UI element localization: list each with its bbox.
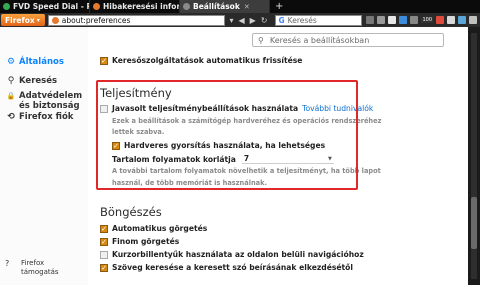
close-tab-icon[interactable]: ✕	[244, 3, 250, 11]
chevron-down-icon: ▼	[328, 155, 332, 162]
firefox-menu-button[interactable]: Firefox ▾	[1, 14, 45, 26]
sidebar-item-general[interactable]: ⚙ Általános	[5, 57, 64, 67]
search-input[interactable]: G Keresés	[274, 14, 363, 26]
tab-title: FVD Speed Dial - Pr	[13, 2, 90, 11]
sidebar-item-label: Adatvédelem és biztonság	[19, 91, 83, 111]
content-process-limit: Tartalom folyamatok korlátja 7 ▼	[112, 154, 334, 164]
content-note-line2: használ, de több memóriát is használnak.	[112, 179, 267, 187]
preferences-main: ⚲ Keresés a beállításokban ✓ Keresőszolg…	[88, 27, 468, 285]
search-icon: ⚲	[258, 35, 264, 45]
tab-preferences[interactable]: Beállítások ✕	[180, 0, 270, 13]
option-label: Hardveres gyorsítás használata, ha lehet…	[124, 141, 326, 150]
checkbox-checked[interactable]: ✓	[100, 224, 108, 233]
tab-debug-info[interactable]: Hibakeresési inform ✕	[90, 0, 180, 13]
content-process-select[interactable]: 7 ▼	[241, 154, 334, 164]
back-icon[interactable]: ◀	[238, 16, 244, 25]
gear-icon	[183, 3, 190, 10]
dropdown-icon[interactable]: ▾	[229, 16, 233, 25]
google-icon: G	[278, 15, 285, 25]
recommended-note-line1: Ezek a beállítások a számítógép hardveré…	[112, 117, 382, 125]
option-label: Szöveg keresése a keresett szó beírásána…	[112, 263, 353, 272]
option-label: Finom görgetés	[112, 237, 180, 246]
caret-browsing-option[interactable]: Kurzorbillentyűk használata az oldalon b…	[100, 250, 364, 259]
nav-controls: ▾ ◀ ▶ ↻	[229, 16, 272, 25]
url-text: about:preferences	[61, 15, 131, 25]
firefox-icon	[51, 16, 59, 24]
auto-update-search-option[interactable]: ✓ Keresőszolgáltatások automatikus friss…	[100, 56, 302, 65]
preferences-search-input[interactable]: ⚲ Keresés a beállításokban	[252, 33, 444, 47]
lock-icon: 🔒	[6, 92, 16, 100]
checkbox-checked[interactable]: ✓	[100, 263, 108, 272]
forward-icon[interactable]: ▶	[250, 16, 256, 25]
performance-heading: Teljesítmény	[100, 86, 172, 100]
support-label: Firefox támogatás	[21, 259, 59, 276]
firefox-menu-label: Firefox	[5, 15, 35, 25]
toolbar-icons: 100	[366, 16, 480, 24]
option-label: Keresőszolgáltatások automatikus frissít…	[112, 56, 303, 65]
browsing-heading: Böngészés	[100, 205, 162, 219]
scrollbar-thumb[interactable]	[471, 197, 477, 249]
content-note-line1: A további tartalom folyamatok növelhetik…	[112, 167, 381, 175]
option-label: Automatikus görgetés	[112, 224, 208, 233]
sidebar-item-search[interactable]: ⚲ Keresés	[5, 76, 57, 86]
content-process-label: Tartalom folyamatok korlátja	[112, 154, 236, 164]
sidebar-item-sync[interactable]: ⟲ Firefox fiók	[5, 112, 73, 122]
sidebar-item-label: Keresés	[19, 76, 58, 86]
addon-icon[interactable]	[410, 16, 419, 24]
home-icon[interactable]	[388, 16, 397, 24]
tab-title: Beállítások	[193, 2, 240, 11]
preferences-search-placeholder: Keresés a beállításokban	[269, 35, 370, 45]
help-icon: ?	[5, 259, 10, 268]
download-icon[interactable]	[377, 16, 386, 24]
hardware-acceleration-option[interactable]: ✓ Hardveres gyorsítás használata, ha leh…	[112, 141, 325, 150]
search-on-type-option[interactable]: ✓ Szöveg keresése a keresett szó beírásá…	[100, 263, 353, 272]
sidebar-support[interactable]: ? Firefox támogatás	[5, 259, 63, 277]
sidebar-item-privacy[interactable]: 🔒 Adatvédelem és biztonság	[5, 91, 85, 111]
search-placeholder: Keresés	[287, 15, 317, 25]
checkbox-checked[interactable]: ✓	[100, 56, 108, 65]
extension-icon[interactable]	[399, 16, 408, 24]
gear-icon: ⚙	[6, 57, 16, 67]
learn-more-link[interactable]: További tudnivalók	[302, 104, 373, 113]
checkbox-checked[interactable]: ✓	[112, 141, 120, 150]
autoscroll-option[interactable]: ✓ Automatikus görgetés	[100, 224, 207, 233]
smooth-scroll-option[interactable]: ✓ Finom görgetés	[100, 237, 179, 246]
bookmark-icon[interactable]	[366, 16, 375, 24]
sidebar-item-label: Általános	[19, 57, 64, 67]
sync-icon: ⟲	[7, 112, 15, 122]
url-bar[interactable]: about:preferences	[47, 14, 226, 26]
tab-title: Hibakeresési inform	[103, 2, 180, 11]
chevron-down-icon: ▾	[36, 16, 40, 24]
checkbox-checked[interactable]: ✓	[100, 237, 108, 246]
page-scrollbar[interactable]	[468, 27, 480, 285]
tab-bar: FVD Speed Dial - Pr ✕ Hibakeresési infor…	[0, 0, 480, 13]
firefox-icon	[93, 3, 100, 10]
checkbox-unchecked[interactable]	[100, 250, 108, 259]
reload-icon[interactable]: ↻	[261, 16, 268, 25]
pocket-icon[interactable]	[447, 16, 455, 24]
counter-badge[interactable]: 100	[421, 17, 433, 23]
shield-icon[interactable]	[436, 16, 444, 24]
menu-icon[interactable]	[469, 16, 477, 24]
tab-speed-dial[interactable]: FVD Speed Dial - Pr ✕	[0, 0, 90, 13]
speeddial-icon	[3, 3, 10, 10]
preferences-sidebar: ⚙ Általános ⚲ Keresés 🔒 Adatvédelem és b…	[0, 27, 88, 285]
sidebar-item-label: Firefox fiók	[19, 112, 74, 122]
speed-dial-icon[interactable]	[458, 16, 466, 24]
option-label: Javasolt teljesítménybeállítások használ…	[112, 104, 299, 113]
search-icon: ⚲	[7, 76, 15, 86]
option-label: Kurzorbillentyűk használata az oldalon b…	[112, 250, 364, 259]
checkbox-unchecked[interactable]	[100, 104, 108, 113]
select-value: 7	[243, 154, 250, 163]
recommended-note-line2: lettek szabva.	[112, 128, 165, 136]
recommended-performance-option[interactable]: Javasolt teljesítménybeállítások használ…	[100, 104, 373, 113]
new-tab-button[interactable]: +	[270, 0, 288, 13]
nav-bar: Firefox ▾ about:preferences ▾ ◀ ▶ ↻ G Ke…	[0, 13, 480, 27]
